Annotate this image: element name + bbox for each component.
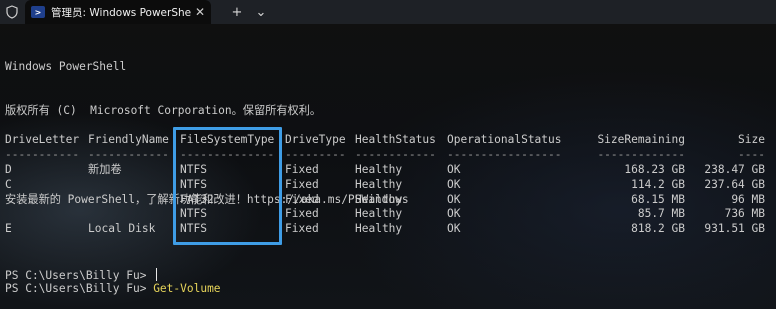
prompt: PS C:\Users\Billy Fu> (5, 269, 154, 282)
size-remaining: 818.2 GB (631, 222, 685, 236)
size-remaining: 168.23 GB (624, 162, 685, 176)
health-status: Healthy (355, 162, 403, 176)
drive-letter: D (5, 162, 12, 176)
column-header: DriveType (285, 133, 346, 146)
drive-type: Fixed (285, 162, 319, 176)
separator: ------------ (88, 147, 169, 161)
table-row: D 新加卷 NTFS Fixed Healthy OK 168.23 GB 23… (5, 163, 773, 178)
operational-status: OK (447, 177, 461, 191)
separator: ----------------- (447, 147, 562, 161)
column-header: FileSystemType (180, 133, 275, 146)
separator: --------- (285, 147, 346, 161)
output-line: Windows PowerShell (5, 59, 127, 73)
operational-status: OK (447, 222, 461, 236)
size: 736 MB (724, 207, 765, 221)
column-header: Size (738, 133, 765, 146)
separator: ---- (738, 147, 765, 161)
table-row: C NTFS Fixed Healthy OK 114.2 GB 237.64 … (5, 178, 773, 193)
size: 238.47 GB (704, 162, 765, 176)
column-header: FriendlyName (88, 133, 169, 146)
health-status: Healthy (355, 222, 403, 236)
powershell-icon: > (31, 6, 45, 18)
text-cursor (156, 268, 158, 281)
file-system-type: FAT32 (180, 192, 214, 206)
table-row: NTFS Fixed Healthy OK 85.7 MB 736 MB (5, 207, 773, 222)
operational-status: OK (447, 162, 461, 176)
output-line: 版权所有 (C) Microsoft Corporation。保留所有权利。 (5, 103, 322, 117)
file-system-type: NTFS (180, 207, 207, 221)
table-row: FAT32 Fixed Healthy OK 68.15 MB 96 MB (5, 193, 773, 208)
drive-letter: C (5, 177, 12, 191)
drive-type: Fixed (285, 222, 319, 236)
drive-type: Fixed (285, 207, 319, 221)
drive-letter: E (5, 222, 12, 236)
column-header: SizeRemaining (597, 133, 685, 146)
health-status: Healthy (355, 192, 403, 206)
size: 931.51 GB (704, 222, 765, 236)
separator: -------------- (180, 147, 275, 161)
column-header: DriveLetter (5, 133, 80, 146)
file-system-type: NTFS (180, 162, 207, 176)
size-remaining: 85.7 MB (637, 207, 685, 221)
separator: ------------ (355, 147, 436, 161)
friendly-name: Local Disk (88, 222, 156, 236)
tab-title: 管理员: Windows PowerShell (51, 6, 191, 19)
command-line: PS C:\Users\Billy Fu> Get-Volume (5, 282, 773, 297)
close-tab-icon[interactable]: ✕ (195, 5, 205, 19)
drive-type: Fixed (285, 192, 319, 206)
friendly-name: 新加卷 (88, 162, 122, 176)
shield-icon (0, 0, 24, 24)
column-header: HealthStatus (355, 133, 436, 146)
command-text: Get-Volume (153, 281, 221, 295)
operational-status: OK (447, 207, 461, 221)
file-system-type: NTFS (180, 177, 207, 191)
input-prompt-line[interactable]: PS C:\Users\Billy Fu> (5, 268, 158, 282)
health-status: Healthy (355, 177, 403, 191)
size: 237.64 GB (704, 177, 765, 191)
file-system-type: NTFS (180, 222, 207, 236)
size-remaining: 68.15 MB (631, 192, 685, 206)
separator: ------------- (597, 147, 685, 161)
table-separator-row: ----------- ------------ -------------- … (5, 148, 773, 163)
size-remaining: 114.2 GB (631, 177, 685, 191)
size: 96 MB (731, 192, 765, 206)
tab-powershell[interactable]: > 管理员: Windows PowerShell ✕ (25, 0, 211, 24)
drive-type: Fixed (285, 177, 319, 191)
operational-status: OK (447, 192, 461, 206)
health-status: Healthy (355, 207, 403, 221)
table-header-row: DriveLetter FriendlyName FileSystemType … (5, 133, 773, 148)
chevron-down-icon[interactable]: ⌄ (249, 0, 273, 24)
table-row: E Local Disk NTFS Fixed Healthy OK 818.2… (5, 222, 773, 237)
separator: ----------- (5, 147, 80, 161)
title-bar: > 管理员: Windows PowerShell ✕ + ⌄ (0, 0, 776, 24)
volume-table: DriveLetter FriendlyName FileSystemType … (5, 133, 773, 237)
new-tab-button[interactable]: + (225, 0, 249, 24)
column-header: OperationalStatus (447, 133, 562, 146)
